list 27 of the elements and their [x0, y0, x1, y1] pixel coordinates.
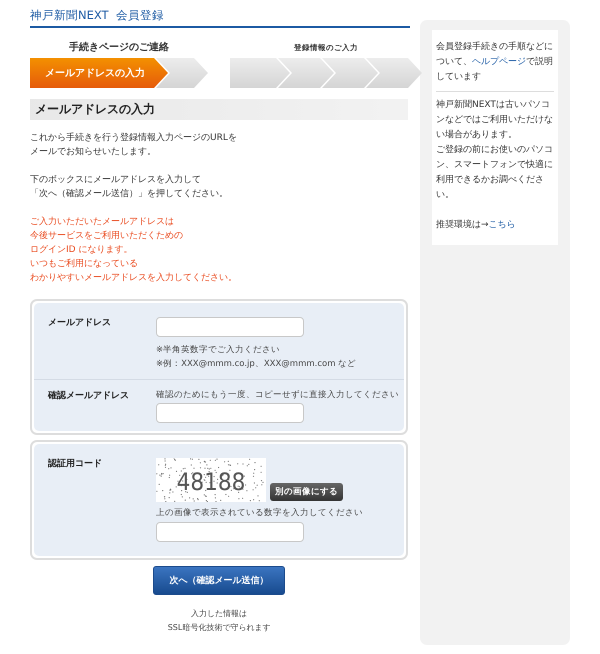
field-hint: ※半角英数字でご入力ください: [156, 344, 282, 357]
field-hint: 確認のためにもう一度、コピーせずに直接入力してください: [156, 389, 400, 401]
instruction-text: 下のボックスにメールアドレスを入力して 「次へ（確認メール送信）」を押してください。: [30, 174, 229, 201]
security-note: 入力した情報は SSL暗号化技術で守られます: [166, 608, 272, 634]
help-text: 会員登録手続きの手順などについて、ヘルプページで説明しています: [436, 40, 554, 84]
input-field[interactable]: [156, 522, 304, 542]
instruction-text: これから手続きを行う登録情報入力ページのURLを メールでお知らせいたします。: [30, 132, 238, 159]
step-group-label: 手続きページのご連絡: [69, 40, 169, 55]
field-label: 確認メールアドレス: [48, 390, 130, 403]
environment-link[interactable]: こちら: [488, 220, 516, 230]
field-hint: 上の画像で表示されている数字を入力してください: [156, 506, 364, 520]
notice-text: 神戸新聞NEXTは古いパソコンなどではご利用いただけない場合があります。: [436, 98, 554, 142]
section-heading: メールアドレスの入力: [30, 99, 408, 120]
help-page-link[interactable]: ヘルプページ: [472, 57, 526, 67]
submit-button[interactable]: 次へ（確認メール送信）: [153, 566, 285, 595]
field-label: 認証用コード: [48, 458, 103, 471]
input-field[interactable]: [156, 403, 304, 423]
captcha-image: 48188: [156, 458, 266, 502]
notice-text: ご登録の前にお使いのパソコン、スマートフォンで快適に利用できるかお調べください。: [436, 144, 554, 202]
field-label: メールアドレス: [48, 317, 112, 330]
field-hint: ※例：XXX@mmm.co.jp、XXX@mmm.com など: [156, 358, 358, 371]
step-chevron: メールアドレスの入力: [30, 58, 168, 88]
page-title: 神戸新聞NEXT 会員登録: [30, 0, 410, 28]
warning-text: ご入力いただいたメールアドレスは 今後サービスをご利用いただくための ログインID になります。 いつもご利用になっている わかりやすいメールアドレスを入力してください。: [30, 216, 238, 285]
input-field[interactable]: [156, 317, 304, 337]
refresh-captcha-button[interactable]: 別の画像にする: [270, 483, 343, 501]
environment-text: 推奨環境は→こちら: [436, 218, 517, 232]
